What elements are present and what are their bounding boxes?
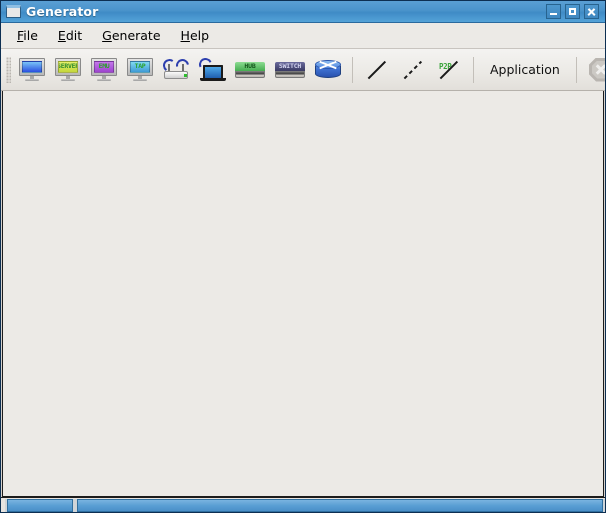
toolbar-item-link-p2p[interactable]: P2P (432, 53, 466, 87)
hub-icon-label: HUB (244, 61, 256, 70)
toolbar-item-wireless-laptop[interactable] (195, 53, 229, 87)
line-p2p-label: P2P (439, 61, 452, 71)
monitor-icon: SERVER (55, 57, 81, 82)
scrollbar-trough[interactable] (5, 498, 605, 512)
window-title: Generator (26, 4, 99, 19)
toolbar-separator (575, 56, 577, 83)
toolbar-item-link-dashed[interactable] (396, 53, 430, 87)
switch-icon: SWITCH (275, 60, 305, 80)
stop-button (584, 53, 605, 87)
menu-item-help[interactable]: Help (171, 25, 220, 46)
menu-item-edit-rest: dit (65, 28, 83, 43)
toolbar-item-hub[interactable]: HUB (231, 53, 269, 87)
toolbar-separator (473, 56, 474, 83)
window-icon (6, 5, 21, 18)
toolbar-item-access-point[interactable] (159, 53, 193, 87)
toolbar-item-tap[interactable]: TAP (123, 53, 157, 87)
monitor-icon: EMU (91, 57, 117, 82)
toolbar-item-link-solid[interactable] (360, 53, 394, 87)
menu-item-help-rest: elp (189, 28, 210, 43)
menu-item-generate[interactable]: Generate (92, 25, 170, 46)
toolbar-item-emu[interactable]: EMU (87, 53, 121, 87)
scrollbar-thumb-left[interactable] (7, 498, 73, 512)
switch-icon-label: SWITCH (278, 61, 302, 70)
menu-bar: File Edit Generate Help (1, 23, 605, 49)
hub-icon: HUB (235, 60, 265, 80)
application-window: Generator File Edit Generate Help SERVER… (0, 0, 606, 513)
minimize-button[interactable] (546, 4, 561, 19)
toolbar-item-host[interactable] (15, 53, 49, 87)
toolbar-item-server[interactable]: SERVER (51, 53, 85, 87)
laptop-wireless-icon (197, 55, 226, 82)
stop-icon (588, 57, 605, 82)
line-p2p-icon: P2P (436, 57, 462, 83)
monitor-icon-label: SERVER (58, 62, 78, 71)
close-button[interactable] (584, 4, 599, 19)
toolbar-grip[interactable] (6, 56, 11, 83)
horizontal-scrollbar[interactable] (1, 497, 605, 512)
maximize-button[interactable] (565, 4, 580, 19)
canvas-area (1, 91, 605, 512)
toolbar-item-switch[interactable]: SWITCH (271, 53, 309, 87)
access-point-icon (161, 55, 192, 82)
toolbar-item-router[interactable] (311, 53, 345, 87)
scrollbar-thumb[interactable] (77, 498, 603, 512)
monitor-icon: TAP (127, 57, 153, 82)
toolbar: SERVER EMU TAP HUB SWITCH P2P Applicatio… (1, 49, 605, 91)
menu-item-file[interactable]: File (7, 25, 48, 46)
line-solid-icon (364, 57, 390, 83)
title-bar[interactable]: Generator (1, 1, 605, 23)
toolbar-separator (352, 56, 353, 83)
monitor-icon-label: TAP (134, 62, 146, 71)
line-dashed-icon (400, 57, 426, 83)
monitor-icon-label: EMU (98, 62, 110, 71)
window-controls (546, 4, 599, 19)
menu-item-edit[interactable]: Edit (48, 25, 92, 46)
monitor-icon (19, 57, 45, 82)
router-icon (315, 59, 341, 81)
application-button[interactable]: Application (480, 58, 570, 81)
menu-item-file-rest: ile (23, 28, 38, 43)
menu-item-generate-rest: enerate (111, 28, 161, 43)
diagram-canvas[interactable] (2, 91, 604, 497)
